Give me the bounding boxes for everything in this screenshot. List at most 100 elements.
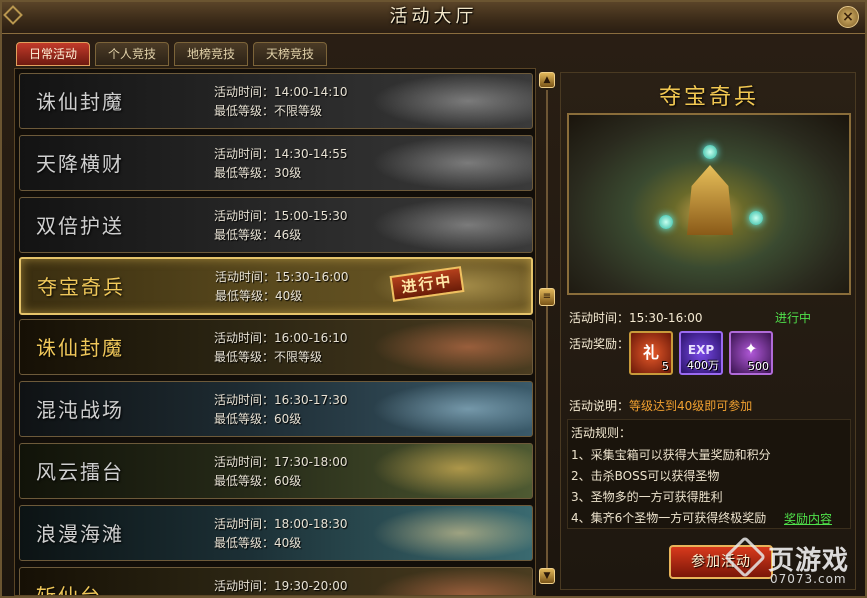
time-label: 活动时间：: [214, 147, 275, 161]
time-label: 活动时间：: [214, 455, 275, 469]
detail-time-value: 15:30-16:00: [629, 311, 703, 325]
activity-art: [372, 198, 532, 252]
scroll-up-button[interactable]: ▲: [539, 72, 555, 88]
activity-info: 活动时间：19:30-20:00: [214, 577, 348, 595]
rule-item: 4、集齐6个圣物一方可获得终极奖励: [571, 511, 767, 525]
activity-row[interactable]: 天降横财 活动时间：14:30-14:55 最低等级：30级: [19, 135, 533, 191]
activity-preview-image: [567, 113, 851, 295]
tab-personal[interactable]: 个人竞技: [95, 42, 170, 66]
time-value: 14:00-14:10: [274, 85, 348, 99]
reward-details-link[interactable]: 奖励内容: [784, 510, 832, 527]
activity-row-selected[interactable]: 夺宝奇兵 活动时间：15:30-16:00 最低等级：40级 进行中: [19, 257, 533, 315]
activity-name: 风云擂台: [36, 460, 124, 484]
time-value: 17:30-18:00: [274, 455, 348, 469]
activity-info: 活动时间：14:30-14:55 最低等级：30级: [214, 145, 348, 183]
activity-info: 活动时间：14:00-14:10 最低等级：不限等级: [214, 83, 348, 121]
activity-name: 诛仙封魔: [36, 336, 124, 360]
time-label: 活动时间：: [214, 209, 275, 223]
time-label: 活动时间：: [214, 579, 275, 593]
level-label: 最低等级：: [214, 350, 275, 364]
level-value: 不限等级: [274, 350, 323, 364]
rules-label: 活动规则：: [571, 426, 632, 440]
activity-info: 活动时间：18:00-18:30 最低等级：40级: [214, 515, 348, 553]
activity-detail-panel: 夺宝奇兵 活动时间：15:30-16:00 进行中 活动奖励： 礼 5 EXP …: [560, 72, 856, 590]
activity-row[interactable]: 混沌战场 活动时间：16:30-17:30 最低等级：60级: [19, 381, 533, 437]
detail-status: 进行中: [775, 311, 812, 325]
time-label: 活动时间：: [214, 393, 275, 407]
level-value: 40级: [274, 536, 302, 550]
time-label: 活动时间：: [214, 331, 275, 345]
rules-box: 活动规则： 1、采集宝箱可以获得大量奖励和积分 2、击杀BOSS可以获得圣物 3…: [567, 419, 851, 529]
reward-list: 礼 5 EXP 400万 ✦ 500: [629, 331, 773, 375]
activity-info: 活动时间：16:00-16:10 最低等级：不限等级: [214, 329, 348, 367]
tab-earth-ranking[interactable]: 地榜竞技: [174, 42, 249, 66]
activity-name: 混沌战场: [36, 398, 124, 422]
detail-description: 活动说明：等级达到40级即可参加: [569, 397, 752, 414]
activity-row[interactable]: 斩仙台 活动时间：19:30-20:00: [19, 567, 533, 596]
level-label: 最低等级：: [214, 166, 275, 180]
treasure-tower-icon: [687, 165, 733, 235]
activity-row[interactable]: 浪漫海滩 活动时间：18:00-18:30 最低等级：40级: [19, 505, 533, 561]
orb-icon: [703, 145, 717, 159]
wing-sword-icon[interactable]: ✦ 500: [729, 331, 773, 375]
level-value: 46级: [274, 228, 302, 242]
time-value: 14:30-14:55: [274, 147, 348, 161]
time-value: 18:00-18:30: [274, 517, 348, 531]
level-label: 最低等级：: [214, 412, 275, 426]
scroll-down-button[interactable]: ▼: [539, 568, 555, 584]
activity-info: 活动时间：15:00-15:30 最低等级：46级: [214, 207, 348, 245]
activity-row[interactable]: 诛仙封魔 活动时间：16:00-16:10 最低等级：不限等级: [19, 319, 533, 375]
level-label: 最低等级：: [214, 536, 275, 550]
watermark-url: 07073.com: [770, 572, 847, 586]
scroll-thumb[interactable]: ≡: [539, 288, 555, 306]
time-value: 16:30-17:30: [274, 393, 348, 407]
rule-item: 1、采集宝箱可以获得大量奖励和积分: [571, 448, 771, 462]
level-value: 不限等级: [274, 104, 323, 118]
desc-label: 活动说明：: [569, 399, 630, 413]
detail-time-label: 活动时间：: [569, 311, 630, 325]
activity-row[interactable]: 诛仙封魔 活动时间：14:00-14:10 最低等级：不限等级: [19, 73, 533, 129]
activity-art: [372, 444, 532, 498]
reward-qty: 5: [662, 360, 669, 373]
activity-art: [372, 568, 532, 595]
scroll-track: [546, 90, 548, 568]
activity-name: 斩仙台: [36, 584, 102, 596]
activity-art: [372, 506, 532, 560]
time-label: 活动时间：: [214, 85, 275, 99]
gift-box-icon[interactable]: 礼 5: [629, 331, 673, 375]
time-value: 15:00-15:30: [274, 209, 348, 223]
desc-value: 等级达到40级即可参加: [629, 399, 753, 413]
level-value: 30级: [274, 166, 302, 180]
activity-row[interactable]: 双倍护送 活动时间：15:00-15:30 最低等级：46级: [19, 197, 533, 253]
reward-qty: 400万: [687, 359, 719, 372]
ornament-icon: [3, 5, 23, 25]
reward-symbol: ✦: [744, 339, 758, 358]
activity-name: 天降横财: [36, 152, 124, 176]
reward-symbol: EXP: [687, 343, 715, 357]
level-value: 60级: [274, 474, 302, 488]
level-value: 40级: [275, 289, 303, 303]
activity-name: 夺宝奇兵: [37, 275, 125, 299]
rule-item: 3、圣物多的一方可获得胜利: [571, 490, 723, 504]
level-label: 最低等级：: [215, 289, 276, 303]
level-label: 最低等级：: [214, 104, 275, 118]
exp-orb-icon[interactable]: EXP 400万: [679, 331, 723, 375]
site-watermark: 页游戏 07073.com: [723, 535, 860, 594]
window-title: 活动大厅: [389, 6, 478, 27]
orb-icon: [659, 215, 673, 229]
activity-name: 浪漫海滩: [36, 522, 124, 546]
rule-item: 2、击杀BOSS可以获得圣物: [571, 469, 720, 483]
time-value: 19:30-20:00: [274, 579, 348, 593]
tab-heaven-ranking[interactable]: 天榜竞技: [253, 42, 328, 66]
level-label: 最低等级：: [214, 228, 275, 242]
activity-art: [372, 320, 532, 374]
tab-daily[interactable]: 日常活动: [16, 42, 91, 66]
detail-time: 活动时间：15:30-16:00: [569, 309, 703, 326]
close-button[interactable]: ×: [837, 6, 859, 28]
activity-art: [372, 74, 532, 128]
activity-row[interactable]: 风云擂台 活动时间：17:30-18:00 最低等级：60级: [19, 443, 533, 499]
time-value: 16:00-16:10: [274, 331, 348, 345]
activity-name: 诛仙封魔: [36, 90, 124, 114]
list-scrollbar[interactable]: ▲ ≡ ▼: [539, 72, 555, 586]
activity-art: [372, 382, 532, 436]
